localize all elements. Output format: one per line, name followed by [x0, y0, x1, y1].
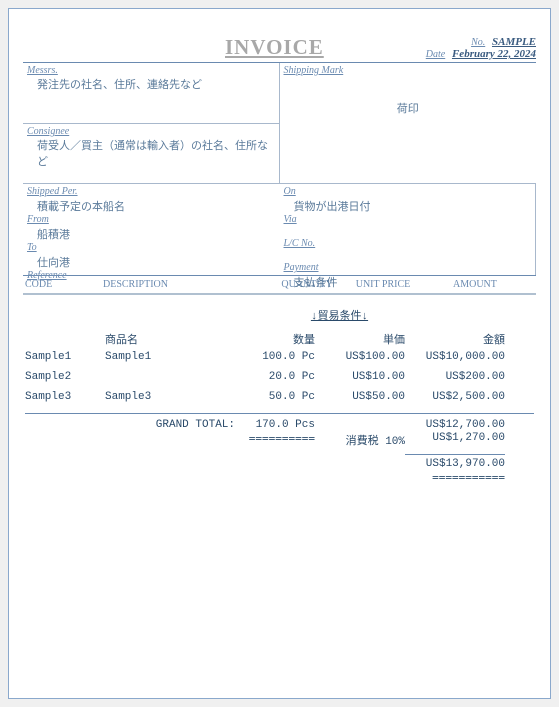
payment-value: 支払条件: [294, 274, 532, 290]
item-amount: US$10,000.00: [405, 351, 505, 363]
jh-qty: 数量: [235, 331, 315, 347]
subtotal-amount: US$12,700.00: [405, 419, 505, 431]
qty-dashes: ==========: [235, 432, 315, 448]
on-label: On: [284, 186, 532, 197]
header: INVOICE No. SAMPLE Date February 22, 202…: [23, 35, 536, 63]
item-code: Sample3: [25, 391, 105, 403]
reference-label: Reference: [27, 270, 276, 281]
item-row: Sample1 Sample1 100.0 Pc US$100.00 US$10…: [25, 351, 534, 363]
item-qty: 20.0 Pc: [235, 371, 315, 383]
item-row: Sample2 20.0 Pc US$10.00 US$200.00: [25, 371, 534, 383]
messrs-value: 発注先の社名、住所、連絡先など: [37, 76, 275, 92]
item-unit: US$10.00: [315, 371, 405, 383]
item-unit: US$100.00: [315, 351, 405, 363]
on-cell: On 貨物が出港日付 Via L/C No. Payment 支払条件: [280, 183, 537, 275]
jh-unit: 単価: [315, 331, 405, 347]
consignee-value: 荷受人／買主（通常は輸入者）の社名、住所など: [37, 137, 275, 169]
date-label: Date: [426, 49, 445, 60]
lcno-label: L/C No.: [284, 238, 532, 249]
messrs-cell: Messrs. 発注先の社名、住所、連絡先など: [23, 63, 280, 123]
final-total: US$13,970.00: [405, 454, 505, 470]
messrs-label: Messrs.: [27, 65, 275, 76]
to-label: To: [27, 242, 276, 253]
totals: GRAND TOTAL: 170.0 Pcs US$12,700.00 ====…: [25, 413, 534, 484]
grand-total-label: GRAND TOTAL:: [25, 419, 235, 431]
shipmark-cell: Shipping Mark 荷印: [280, 63, 537, 183]
on-value: 貨物が出港日付: [294, 198, 532, 214]
consignee-cell: Consignee 荷受人／買主（通常は輸入者）の社名、住所など: [23, 123, 280, 183]
item-desc: Sample1: [105, 351, 235, 363]
tax-amount: US$1,270.00: [405, 432, 505, 448]
item-desc: [105, 371, 235, 383]
date-value: February 22, 2024: [452, 48, 536, 60]
shippedper-label: Shipped Per.: [27, 186, 276, 197]
via-label: Via: [284, 214, 532, 225]
items-area: ↓貿易条件↓ 商品名 数量 単価 金額 Sample1 Sample1 100.…: [23, 295, 536, 491]
shipped-cell: Shipped Per. 積載予定の本船名 From 船積港 To 仕向港 Re…: [23, 183, 280, 275]
grand-total-qty: 170.0 Pcs: [235, 419, 315, 431]
to-value: 仕向港: [37, 254, 276, 270]
final-dashes: ===========: [405, 471, 505, 484]
shipmark-label: Shipping Mark: [284, 65, 533, 76]
consignee-label: Consignee: [27, 126, 275, 137]
invoice-page: INVOICE No. SAMPLE Date February 22, 202…: [8, 8, 551, 699]
payment-label: Payment: [284, 262, 532, 273]
item-qty: 100.0 Pc: [235, 351, 315, 363]
no-label: No.: [471, 37, 485, 48]
jh-name: 商品名: [105, 331, 235, 347]
trade-terms: ↓貿易条件↓: [25, 307, 534, 323]
tax-label: 消費税 10%: [315, 432, 405, 448]
from-value: 船積港: [37, 226, 276, 242]
item-code: Sample2: [25, 371, 105, 383]
jh-amount: 金額: [405, 331, 505, 347]
item-unit: US$50.00: [315, 391, 405, 403]
item-row: Sample3 Sample3 50.0 Pc US$50.00 US$2,50…: [25, 391, 534, 403]
item-qty: 50.0 Pc: [235, 391, 315, 403]
document-title: INVOICE: [23, 35, 426, 60]
item-code: Sample1: [25, 351, 105, 363]
item-desc: Sample3: [105, 391, 235, 403]
shipmark-value: 荷印: [284, 100, 533, 116]
info-grid: Messrs. 発注先の社名、住所、連絡先など Shipping Mark 荷印…: [23, 63, 536, 276]
item-amount: US$2,500.00: [405, 391, 505, 403]
shippedper-value: 積載予定の本船名: [37, 198, 276, 214]
header-meta: No. SAMPLE Date February 22, 2024: [426, 36, 536, 60]
jp-headers: 商品名 数量 単価 金額: [25, 331, 534, 347]
item-amount: US$200.00: [405, 371, 505, 383]
no-value: SAMPLE: [492, 36, 536, 48]
from-label: From: [27, 214, 276, 225]
